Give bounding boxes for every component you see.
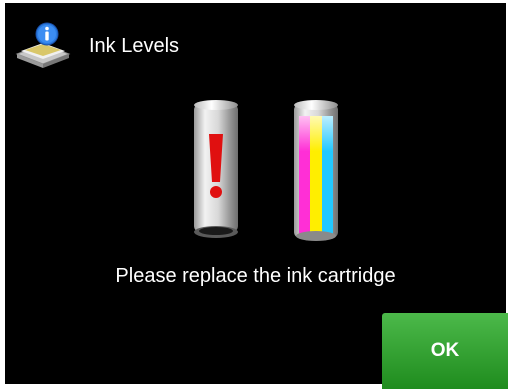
- black-cartridge: [194, 100, 238, 238]
- page-title: Ink Levels: [89, 34, 180, 57]
- ok-button[interactable]: OK: [382, 313, 508, 389]
- color-cartridge: [294, 100, 338, 241]
- status-message: Please replace the ink cartridge: [115, 265, 396, 287]
- cartridge-display: [191, 98, 341, 246]
- info-printer-icon: [15, 22, 71, 68]
- header: Ink Levels: [13, 21, 179, 71]
